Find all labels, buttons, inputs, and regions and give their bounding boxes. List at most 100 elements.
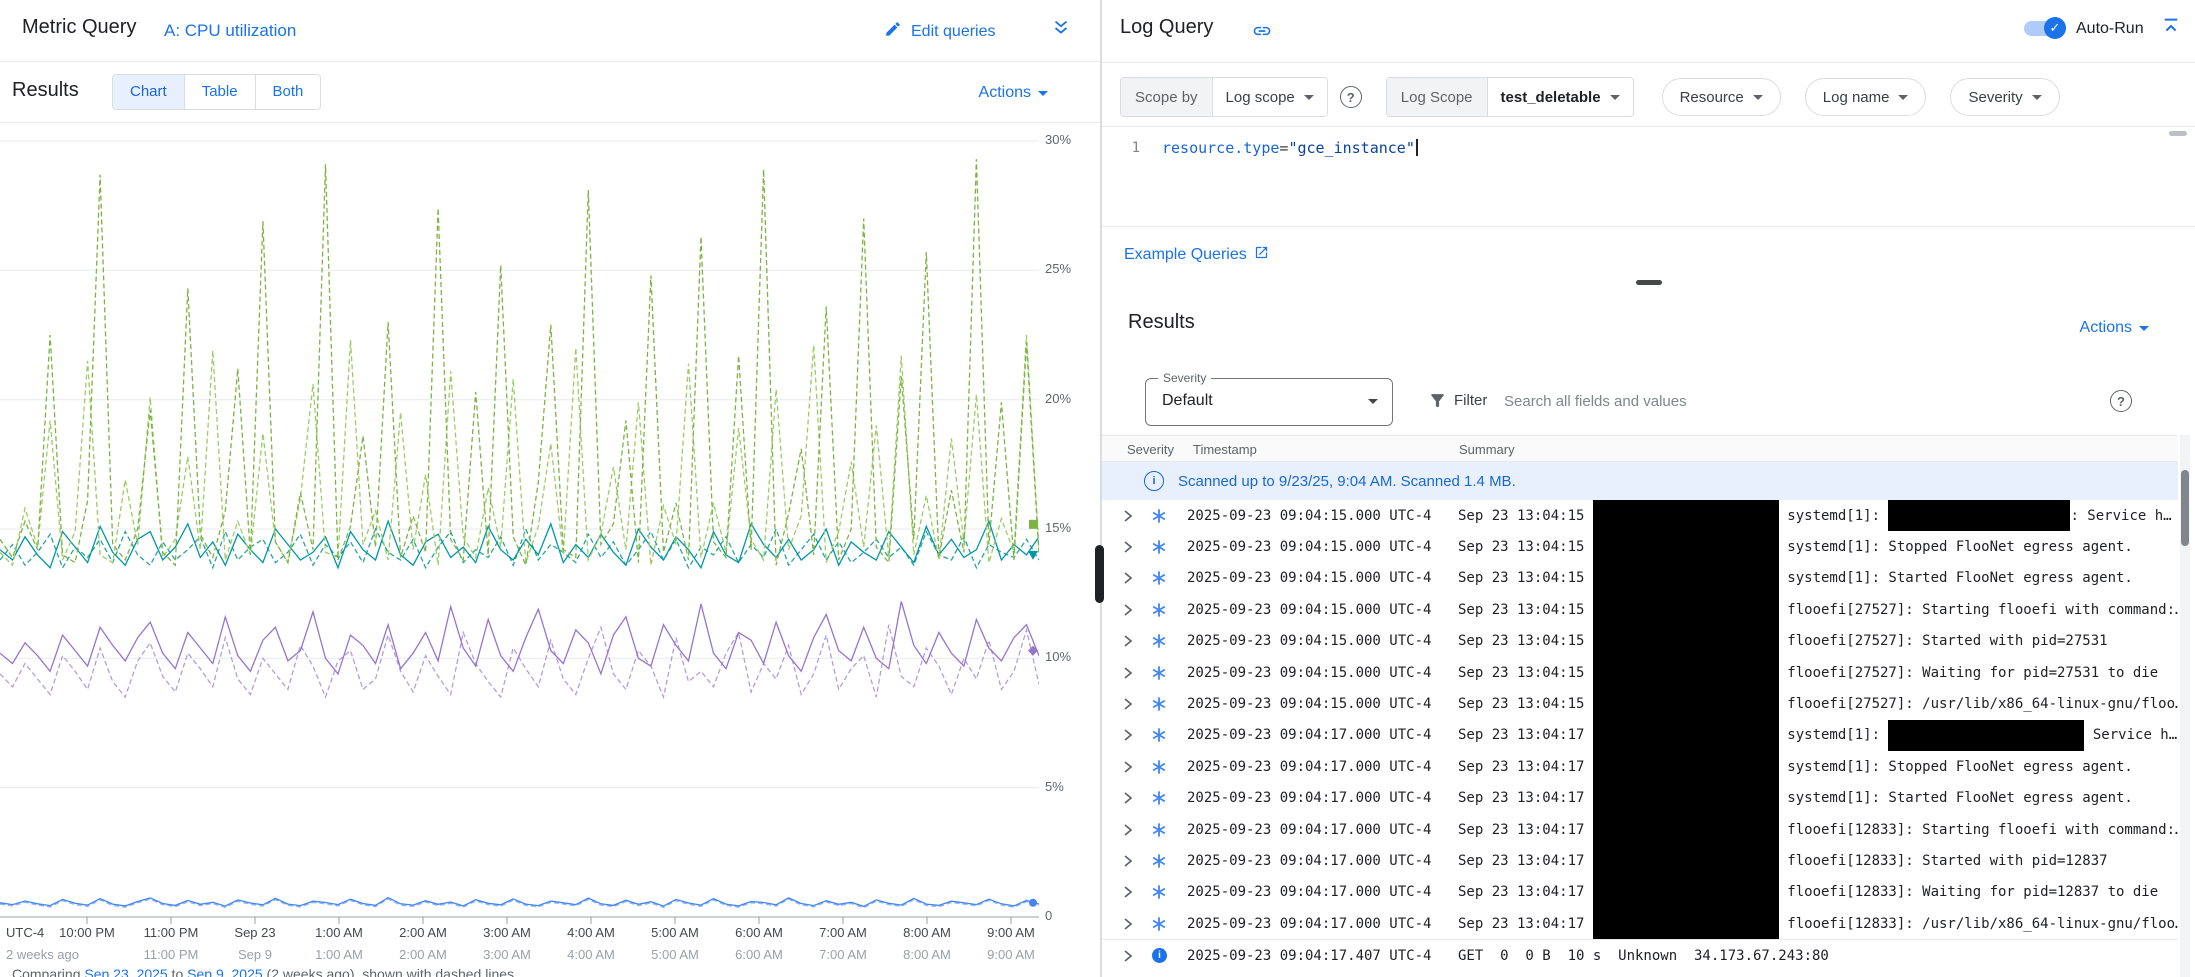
expand-row-icon[interactable] [1120,633,1152,649]
scope-help-icon[interactable]: ? [1340,86,1362,108]
query-a-chip[interactable]: A: CPU utilization [164,21,296,41]
log-entry-row[interactable]: 2025-09-23 09:04:15.000 UTC-4Sep 23 13:0… [1102,531,2178,562]
tab-both[interactable]: Both [255,75,321,109]
expand-row-icon[interactable] [1120,790,1152,806]
footnote-link[interactable]: Sep 9, 2025 [187,966,263,977]
log-entry-row[interactable]: i2025-09-23 09:04:17.407 UTC-4GET 0 0 B … [1102,939,2178,970]
y-axis-label: 5% [1045,779,1064,794]
log-filter-search-input[interactable] [1502,386,2086,416]
log-entry-row[interactable]: 2025-09-23 09:04:15.000 UTC-4Sep 23 13:0… [1102,500,2178,531]
expand-row-icon[interactable] [1120,665,1152,681]
x-axis-label: 9:00 AM [987,947,1035,962]
footnote-link[interactable]: Sep 23, 2025 [84,966,167,977]
log-entry-row[interactable]: 2025-09-23 09:04:17.000 UTC-4Sep 23 13:0… [1102,908,2178,939]
cpu-utilization-chart[interactable] [0,123,1039,925]
severity-filter-pill[interactable]: Severity [1950,78,2059,116]
log-timestamp: 2025-09-23 09:04:17.000 UTC-4 [1187,759,1458,775]
resource-filter-pill[interactable]: Resource [1662,78,1781,116]
expand-row-icon[interactable] [1120,727,1152,743]
get-link-icon[interactable] [1252,21,1272,46]
x-axis-label: 8:00 AM [903,947,951,962]
tab-chart[interactable]: Chart [113,75,184,109]
expand-row-icon[interactable] [1120,570,1152,586]
auto-run-toggle[interactable]: ✓ [2024,21,2064,36]
log-entry-row[interactable]: 2025-09-23 09:04:17.000 UTC-4Sep 23 13:0… [1102,783,2178,814]
expand-row-icon[interactable] [1120,602,1152,618]
log-entry-row[interactable]: 2025-09-23 09:04:17.000 UTC-4Sep 23 13:0… [1102,845,2178,876]
log-entry-row[interactable]: 2025-09-23 09:04:17.000 UTC-4Sep 23 13:0… [1102,877,2178,908]
expand-queries-icon[interactable] [1050,17,1072,44]
severity-default-icon [1152,603,1187,617]
x-axis-label: 11:00 PM [144,947,199,962]
log-entry-row[interactable]: 2025-09-23 09:04:17.000 UTC-4Sep 23 13:0… [1102,814,2178,845]
y-axis-label: 25% [1045,261,1071,276]
log-timestamp: 2025-09-23 09:04:15.000 UTC-4 [1187,633,1458,649]
results-scrollbar-track[interactable] [2180,435,2190,977]
log-summary: Sep 23 13:04:17 systemd[1]: Service h… [1458,720,2178,751]
x-axis-label: 7:00 AM [819,947,867,962]
resource-pill-label: Resource [1680,89,1744,106]
log-entry-row[interactable]: 2025-09-23 09:04:15.000 UTC-4Sep 23 13:0… [1102,563,2178,594]
y-axis-label: 0 [1045,908,1052,923]
log-timestamp: 2025-09-23 09:04:15.000 UTC-4 [1187,696,1458,712]
editor-scrollbar-thumb[interactable] [2169,131,2187,136]
query-results-resize-handle[interactable] [1636,280,1662,285]
log-summary: GET 0 0 B 10 s Unknown 34.173.67.243:80 [1458,940,2178,970]
log-entry-row[interactable]: 2025-09-23 09:04:15.000 UTC-4Sep 23 13:0… [1102,688,2178,719]
results-help-icon[interactable]: ? [2110,390,2132,412]
log-summary-text: Sep 23 13:04:15 [1458,570,1593,586]
log-entry-row[interactable]: 2025-09-23 09:04:17.000 UTC-4Sep 23 13:0… [1102,751,2178,782]
expand-row-icon[interactable] [1120,916,1152,932]
column-header-severity: Severity [1127,442,1174,457]
redacted-text [1593,908,1779,939]
log-summary-text: Sep 23 13:04:15 [1458,665,1593,681]
redacted-text [1593,500,1779,531]
log-summary-text: Sep 23 13:04:17 [1458,884,1593,900]
log-name-pill-label: Log name [1823,89,1890,106]
expand-row-icon[interactable] [1120,853,1152,869]
results-scrollbar-thumb[interactable] [2181,470,2189,546]
log-name-filter-pill[interactable]: Log name [1805,78,1927,116]
expand-row-icon[interactable] [1120,539,1152,555]
expand-row-icon[interactable] [1120,696,1152,712]
x-axis-label: 9:00 AM [987,925,1035,940]
edit-queries-button[interactable]: Edit queries [884,20,996,43]
log-scope-dropdown[interactable]: test_deletable [1488,78,1633,116]
code-field: resource.type [1162,139,1279,157]
chevron-down-icon [2139,326,2149,331]
x-axis-row-comparison: 2 weeks ago11:00 PMSep 91:00 AM2:00 AM3:… [0,947,1060,963]
panel-resize-handle[interactable] [1095,545,1104,603]
log-timestamp: 2025-09-23 09:04:15.000 UTC-4 [1187,602,1458,618]
log-actions-button[interactable]: Actions [2080,319,2149,337]
log-summary: Sep 23 13:04:17 systemd[1]: Stopped Floo… [1458,751,2178,782]
scan-status-banner: i Scanned up to 9/23/25, 9:04 AM. Scanne… [1102,462,2178,500]
metric-results-title: Results [12,79,79,102]
scope-by-dropdown[interactable]: Log scope [1213,78,1327,116]
tab-table[interactable]: Table [184,75,255,109]
log-scope-label: Log Scope [1387,78,1488,116]
expand-row-icon[interactable] [1120,948,1152,964]
log-summary-text: Sep 23 13:04:17 [1458,727,1593,743]
expand-row-icon[interactable] [1120,759,1152,775]
metric-actions-button[interactable]: Actions [979,84,1048,102]
example-queries-link[interactable]: Example Queries [1124,245,1269,265]
log-entry-row[interactable]: 2025-09-23 09:04:15.000 UTC-4Sep 23 13:0… [1102,626,2178,657]
severity-select[interactable]: Severity Default [1145,378,1393,426]
redacted-text [1593,720,1779,751]
expand-row-icon[interactable] [1120,822,1152,838]
log-entry-row[interactable]: 2025-09-23 09:04:15.000 UTC-4Sep 23 13:0… [1102,594,2178,625]
log-entry-row[interactable]: 2025-09-23 09:04:17.000 UTC-4Sep 23 13:0… [1102,720,2178,751]
log-summary-text: Sep 23 13:04:15 [1458,508,1593,524]
log-summary-text: systemd[1]: [1779,727,1889,743]
log-entry-row[interactable]: 2025-09-23 09:04:15.000 UTC-4Sep 23 13:0… [1102,657,2178,688]
log-timestamp: 2025-09-23 09:04:15.000 UTC-4 [1187,508,1458,524]
x-axis-label: Sep 9 [238,947,272,962]
severity-default-icon [1152,540,1187,554]
expand-row-icon[interactable] [1120,884,1152,900]
log-query-editor[interactable]: 1 resource.type="gce_instance" [1102,126,2195,227]
redacted-text [1593,845,1779,876]
expand-row-icon[interactable] [1120,508,1152,524]
log-summary-text: flooefi[12833]: /usr/lib/x86_64-linux-gn… [1779,916,2178,932]
collapse-panel-icon[interactable] [2160,15,2182,42]
log-summary-text: flooefi[27527]: Started with pid=27531 [1779,633,2108,649]
